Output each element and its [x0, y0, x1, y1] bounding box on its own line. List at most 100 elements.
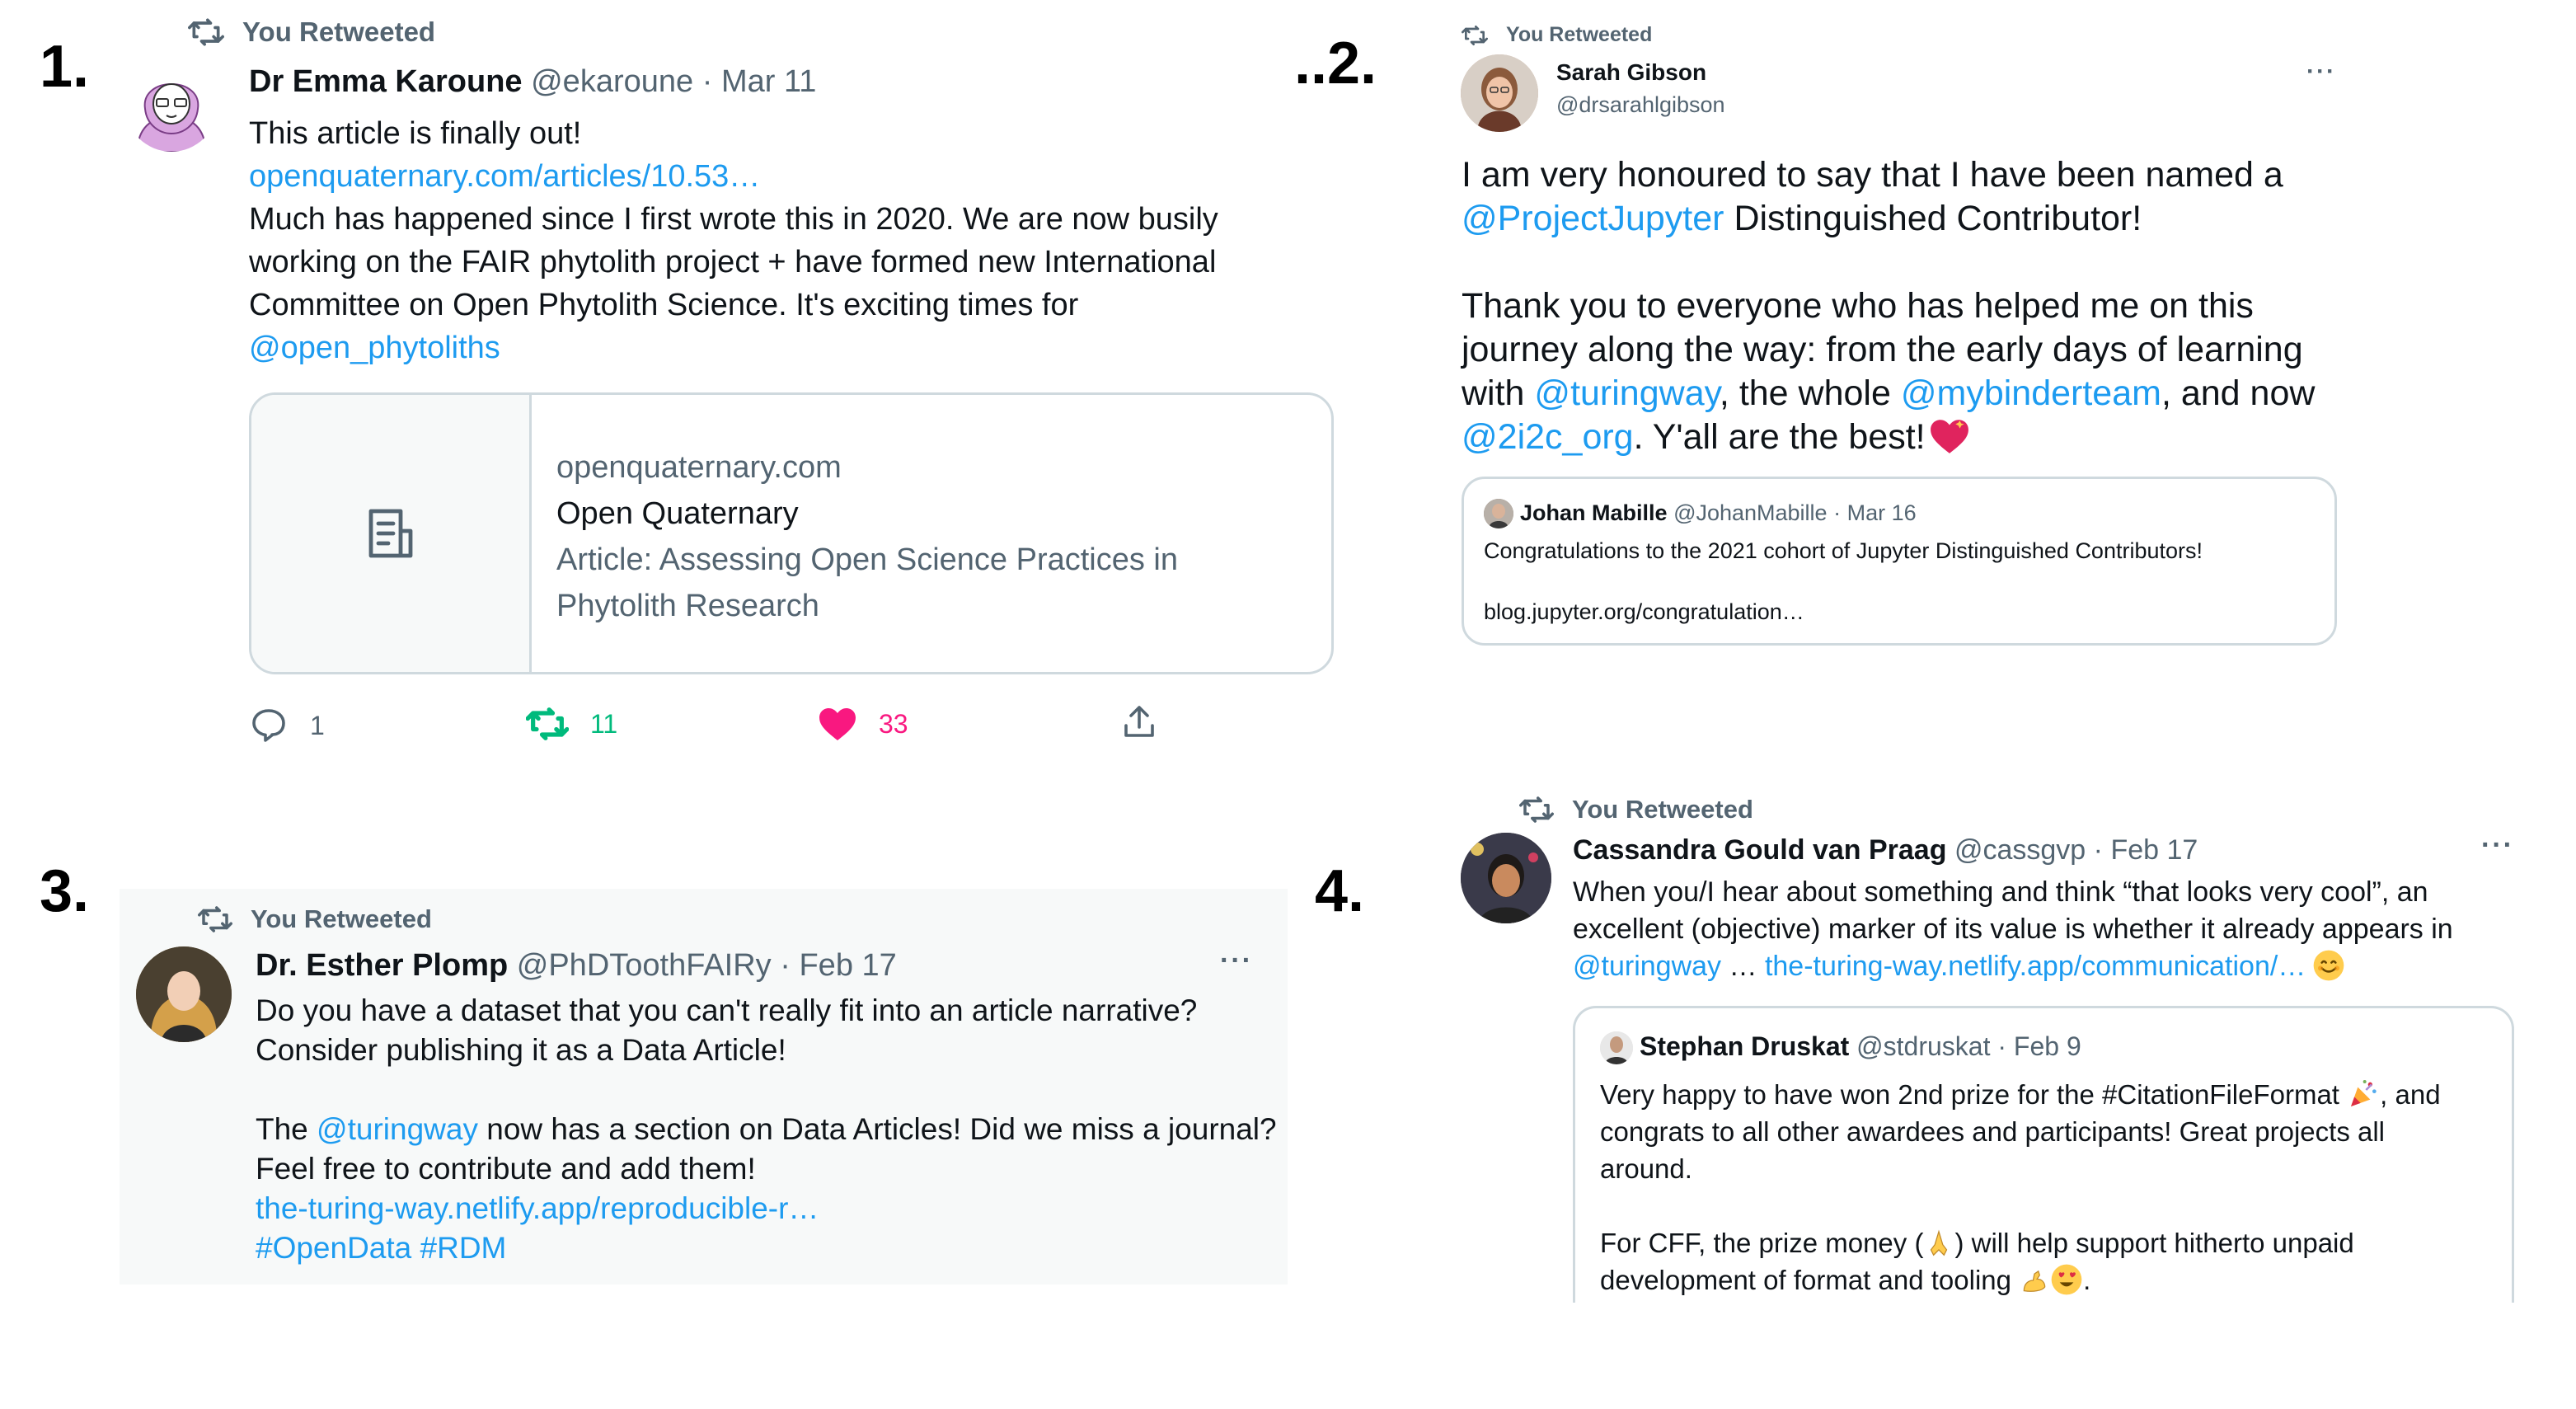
quoted-date: Mar 16 [1846, 500, 1917, 525]
share-icon [1124, 706, 1154, 737]
mention-link[interactable]: @2i2c_org [1462, 417, 1634, 457]
tweet-text-line: Thank you to everyone who has helped me … [1462, 286, 2254, 326]
mention-link[interactable]: @turingway [1534, 373, 1720, 413]
tweet-text-fragment: The [256, 1112, 317, 1146]
author-handle[interactable]: @drsarahlgibson [1556, 92, 1725, 118]
party-popper-emoji-icon [2351, 1080, 2377, 1106]
mention-link[interactable]: @turingway [317, 1112, 478, 1146]
card-thumbnail [251, 395, 532, 672]
more-icon: ··· [2481, 829, 2514, 861]
retweeted-label: You Retweeted [1572, 795, 1753, 824]
tweet-text-line: working on the FAIR phytolith project + … [249, 245, 1217, 279]
separator: · [780, 948, 791, 983]
quoted-tweet[interactable]: Johan Mabille @JohanMabille · Mar 16 Con… [1462, 477, 2337, 646]
flexed-biceps-emoji-icon [2023, 1270, 2046, 1292]
card-title: Phytolith Research [556, 589, 819, 623]
quoted-author-handle: @stdruskat [1856, 1031, 1991, 1061]
tweet-text-fragment: , the whole [1719, 373, 1901, 413]
more-options-button[interactable]: ··· [1220, 945, 1253, 977]
retweeted-indicator: You Retweeted [188, 16, 435, 48]
smiling-face-emoji-icon [2313, 950, 2344, 981]
quoted-avatar [1484, 499, 1513, 528]
like-count: 33 [879, 708, 908, 739]
author-handle[interactable]: @PhDToothFAIRy [517, 948, 772, 983]
retweeted-label: You Retweeted [251, 904, 432, 933]
author-name[interactable]: Dr Emma Karoune [249, 64, 523, 99]
reply-count: 1 [310, 710, 325, 740]
avatar-photo-icon [1600, 1031, 1633, 1064]
tweet-date[interactable]: Feb 17 [799, 948, 896, 983]
card-site: Open Quaternary [556, 496, 799, 531]
tweet-header: Dr. Esther Plomp @PhDToothFAIRy · Feb 17 [256, 948, 897, 984]
quoted-text-fragment: Very happy to have won 2nd prize for the… [1600, 1079, 2339, 1110]
avatar-photo-icon [1461, 833, 1551, 923]
tweet-text-line: When you/I hear about something and thin… [1573, 876, 2428, 908]
tweet-link[interactable]: the-turing-way.netlify.app/communication… [1765, 951, 2306, 982]
author-name[interactable]: Dr. Esther Plomp [256, 948, 508, 983]
tweet-text-fragment: , and now [2161, 373, 2316, 413]
separator: · [2093, 834, 2103, 866]
hashtag-links[interactable]: #OpenData #RDM [256, 1228, 1277, 1268]
retweet-button[interactable]: 11 [526, 706, 617, 742]
tweet-date[interactable]: Feb 17 [2110, 834, 2198, 866]
avatar[interactable] [125, 59, 218, 152]
card-title: Article: Assessing Open Science Practice… [556, 542, 1179, 577]
quoted-text-line: around. [1600, 1153, 1692, 1184]
panel-number-3: 3. [40, 858, 90, 924]
author-handle[interactable]: @ekaroune [531, 64, 693, 99]
tweet-text: This article is finally out! openquatern… [249, 112, 1218, 369]
retweeted-indicator: You Retweeted [198, 904, 432, 934]
tweet-text-line: Much has happened since I first wrote th… [249, 202, 1218, 237]
reply-icon [252, 709, 285, 742]
retweeted-indicator: You Retweeted [1519, 795, 1753, 824]
tweet-text: When you/I hear about something and thin… [1573, 874, 2453, 985]
more-options-button[interactable]: ··· [2481, 829, 2514, 862]
tweet-text-line: Do you have a dataset that you can't rea… [256, 993, 1198, 1027]
tweet-text-line: journey along the way: from the early da… [1462, 330, 2303, 369]
tweet-link[interactable]: openquaternary.com/articles/10.53… [249, 155, 1218, 198]
folded-hands-emoji-icon [1931, 1229, 1948, 1256]
tweet-text: I am very honoured to say that I have be… [1462, 153, 2315, 459]
avatar-photo-icon [136, 946, 232, 1042]
quoted-text-line: congrats to all other awardees and parti… [1600, 1116, 2386, 1147]
panel-number-4: 4. [1315, 858, 1365, 924]
quoted-text-fragment: For CFF, the prize money ( [1600, 1228, 1924, 1258]
avatar[interactable] [1461, 54, 1538, 132]
quoted-tweet[interactable]: Stephan Druskat @stdruskat · Feb 9 Very … [1573, 1006, 2514, 1303]
share-button[interactable] [1119, 702, 1180, 742]
tweet-text-fragment: … [1721, 951, 1765, 982]
separator: · [1833, 500, 1842, 525]
card-body: openquaternary.com Open Quaternary Artic… [556, 444, 1178, 629]
separator: · [1997, 1031, 2007, 1061]
tweet-3[interactable]: You Retweeted Dr. Esther Plomp @PhDTooth… [120, 889, 1288, 1285]
mention-link[interactable]: @open_phytoliths [249, 326, 1218, 369]
heart-eyes-emoji-icon [2051, 1264, 2082, 1295]
mention-link[interactable]: @ProjectJupyter [1462, 199, 1724, 238]
retweeted-label: You Retweeted [242, 16, 436, 47]
document-icon [368, 509, 412, 558]
quoted-author-name: Stephan Druskat [1640, 1031, 1850, 1061]
tweet-text-line: excellent (objective) marker of its valu… [1573, 914, 2453, 945]
tweet-text-line: This article is finally out! [249, 116, 582, 151]
quoted-header: Stephan Druskat @stdruskat · Feb 9 [1640, 1031, 2081, 1062]
like-button[interactable]: 33 [818, 706, 908, 742]
mention-link[interactable]: @turingway [1573, 951, 1721, 982]
tweet-date[interactable]: Mar 11 [721, 64, 816, 99]
avatar[interactable] [1461, 833, 1551, 923]
retweet-count: 11 [590, 708, 618, 739]
tweet-text-line: Committee on Open Phytolith Science. It'… [249, 288, 1079, 322]
author-name[interactable]: Sarah Gibson [1556, 59, 1706, 86]
tweet-header: Cassandra Gould van Praag @cassgvp · Feb… [1573, 834, 2198, 867]
author-handle[interactable]: @cassgvp [1954, 834, 2086, 866]
tweet-text-line: I am very honoured to say that I have be… [1462, 155, 2283, 195]
author-name[interactable]: Cassandra Gould van Praag [1573, 834, 1947, 866]
tweet-text-fragment: Distinguished Contributor! [1724, 199, 2142, 238]
reply-button[interactable]: 1 [249, 706, 325, 745]
more-options-button[interactable]: ··· [2306, 58, 2336, 86]
mention-link[interactable]: @mybinderteam [1901, 373, 2161, 413]
tweet-link[interactable]: the-turing-way.netlify.app/reproducible-… [256, 1189, 1277, 1228]
retweeted-indicator: You Retweeted [1462, 23, 1652, 47]
quoted-text: Very happy to have won 2nd prize for the… [1600, 1079, 2441, 1295]
link-preview-card[interactable]: openquaternary.com Open Quaternary Artic… [249, 392, 1334, 674]
avatar[interactable] [136, 946, 232, 1042]
